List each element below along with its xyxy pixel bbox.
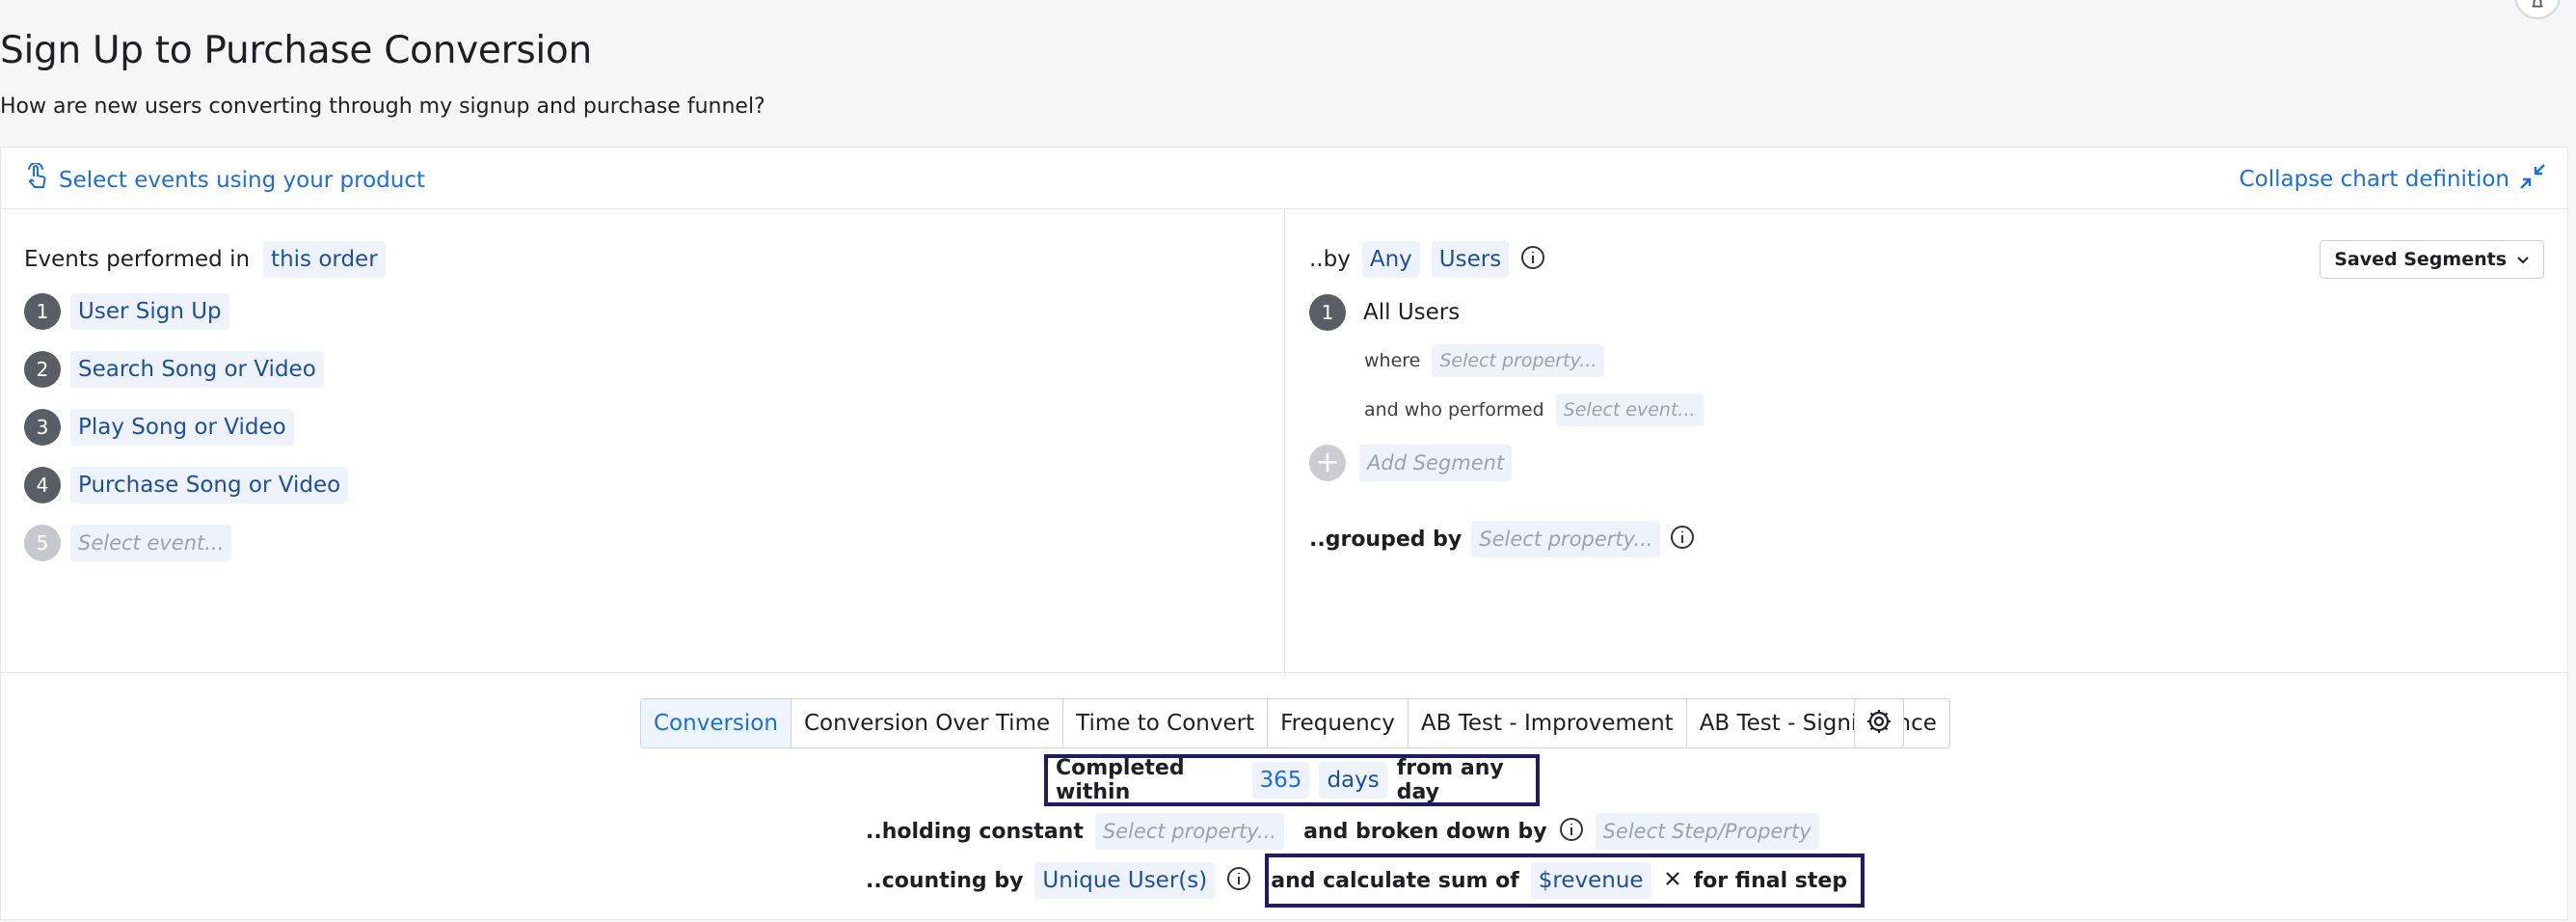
tab-frequency[interactable]: Frequency [1268,699,1409,747]
step-number: 2 [24,351,61,388]
add-segment-row[interactable]: + Add Segment [1309,445,1513,481]
grouped-by-row: ..grouped by Select property... [1309,521,1695,557]
any-selector[interactable]: Any [1361,241,1420,278]
completed-within-row: Completed within 365 days from any day [1044,754,1540,806]
column-divider [1284,209,1285,676]
where-label: where [1364,350,1421,371]
holding-constant-row: ..holding constant Select property... an… [866,812,1819,851]
step-number: 4 [24,467,61,503]
segment-name[interactable]: All Users [1363,300,1460,325]
step-number: 5 [24,525,61,561]
order-selector[interactable]: this order [263,241,386,278]
calculate-sum-label: and calculate sum of [1271,868,1519,893]
event-selector[interactable]: Search Song or Video [70,351,324,388]
where-row: where Select property... [1364,344,1605,377]
grouped-property-selector[interactable]: Select property... [1471,521,1661,557]
counting-by-label: ..counting by [866,868,1024,893]
tab-conversion-over-time[interactable]: Conversion Over Time [792,699,1064,747]
chart-definition-panel: Select events using your product Collaps… [0,147,2568,920]
saved-segments-label: Saved Segments [2334,249,2507,270]
completed-within-label: Completed within [1056,756,1185,804]
page-title: Sign Up to Purchase Conversion [0,29,592,72]
conversion-window-input[interactable]: 365 [1251,762,1310,799]
select-events-link[interactable]: Select events using your product [24,162,425,198]
add-segment-button[interactable]: Add Segment [1359,445,1513,481]
notification-bell-icon[interactable] [2514,0,2561,19]
tab-ab-test-significance[interactable]: AB Test - Significance [1687,699,1949,747]
users-selector[interactable]: Users [1431,241,1510,278]
who-performed-row: and who performed Select event... [1364,393,1704,426]
segment-by-row: ..by Any Users [1309,241,1545,278]
step-number: 3 [24,409,61,446]
tab-conversion[interactable]: Conversion [641,699,792,747]
pointer-hand-icon [24,162,51,198]
event-selector[interactable]: Play Song or Video [70,409,294,446]
event-step: 4 Purchase Song or Video [24,467,349,503]
saved-segments-dropdown[interactable]: Saved Segments [2320,240,2544,279]
gear-icon [1865,708,1892,739]
section-divider [1,672,2567,673]
step-number: 1 [24,293,61,330]
counting-selector[interactable]: Unique User(s) [1034,862,1216,899]
segment-number: 1 [1309,294,1346,331]
info-icon[interactable] [1226,866,1251,895]
holding-property-selector[interactable]: Select property... [1094,813,1285,850]
plus-icon[interactable]: + [1309,445,1346,481]
final-step-label: for final step [1693,868,1848,893]
settings-button[interactable] [1854,698,1904,748]
step-property-selector[interactable]: Select Step/Property [1595,813,1819,850]
segment-row: 1 All Users [1309,294,1460,331]
panel-header: Select events using your product Collaps… [1,148,2567,209]
event-step: 1 User Sign Up [24,293,229,330]
info-icon[interactable] [1670,525,1695,554]
event-step: 3 Play Song or Video [24,409,294,446]
chevron-down-icon [2516,249,2530,270]
event-selector[interactable]: Purchase Song or Video [70,467,349,503]
tab-ab-test-improvement[interactable]: AB Test - Improvement [1409,699,1687,747]
grouped-by-label: ..grouped by [1309,527,1462,552]
event-step: 2 Search Song or Video [24,351,324,388]
where-property-selector[interactable]: Select property... [1432,344,1605,377]
window-unit-selector[interactable]: days [1319,762,1387,799]
sum-property-selector[interactable]: $revenue [1530,862,1651,899]
collapse-label: Collapse chart definition [2239,167,2509,192]
who-performed-label: and who performed [1364,399,1544,420]
page-subtitle: How are new users converting through my … [0,95,765,119]
tab-time-to-convert[interactable]: Time to Convert [1063,699,1269,747]
close-icon[interactable] [1663,869,1682,892]
broken-down-label: and broken down by [1303,819,1547,844]
events-order-row: Events performed in this order [24,241,386,278]
info-icon[interactable] [1559,817,1584,846]
from-any-day-label[interactable]: from any day [1397,756,1536,804]
calculate-sum-row: and calculate sum of $revenue for final … [1265,854,1865,908]
select-events-label: Select events using your product [59,168,425,193]
by-label: ..by [1309,247,1351,272]
chart-type-tabs: Conversion Conversion Over Time Time to … [640,698,1950,748]
event-step-empty: 5 Select event... [24,525,232,561]
collapse-arrows-icon [2519,163,2546,196]
collapse-chart-definition-button[interactable]: Collapse chart definition [2240,163,2546,196]
events-performed-label: Events performed in [24,247,251,272]
holding-constant-label: ..holding constant [866,819,1084,844]
info-icon[interactable] [1520,245,1545,274]
select-event-placeholder[interactable]: Select event... [70,525,232,561]
event-selector[interactable]: User Sign Up [70,293,229,330]
counting-by-row: ..counting by Unique User(s) and calcula… [866,854,1865,908]
who-performed-selector[interactable]: Select event... [1555,393,1704,426]
